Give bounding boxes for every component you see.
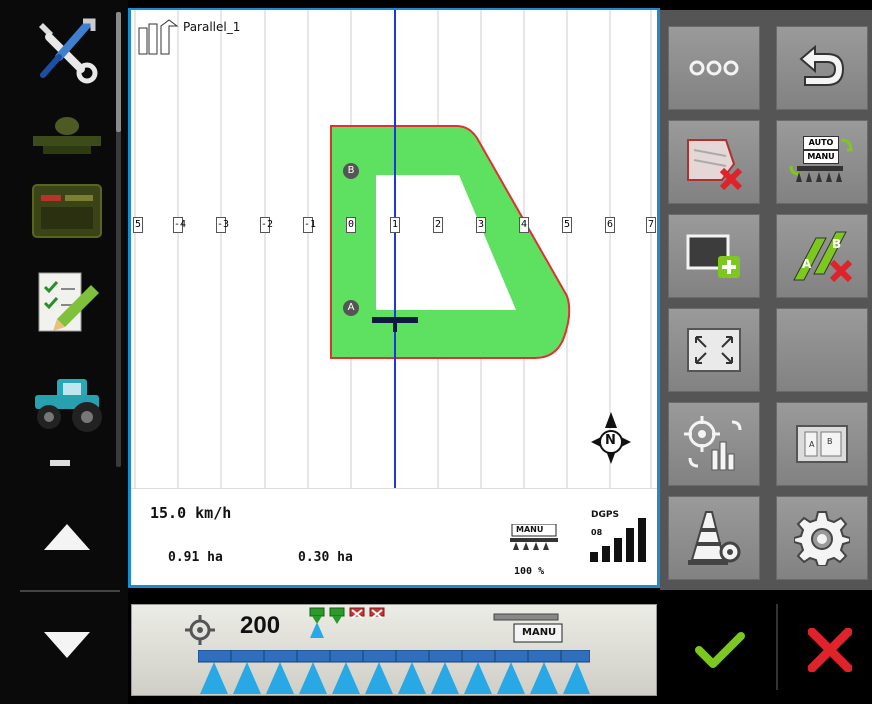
zoom-extent-button[interactable]	[668, 308, 760, 392]
delete-ab-line-button[interactable]: A B	[776, 214, 868, 298]
auto-manual-toggle-button[interactable]: AUTO MANU	[776, 120, 868, 204]
compass-north-label: N	[605, 433, 616, 448]
terminal-icon[interactable]	[22, 176, 112, 246]
guidance-map[interactable]: Parallel_1 5 -4 -3 -2 -1 0 1 2 3 4 5 6 7…	[131, 10, 657, 488]
settings-button[interactable]	[776, 496, 868, 580]
sidebar-scroll-thumb[interactable]	[116, 12, 121, 132]
checkmark-icon	[695, 632, 745, 668]
compass[interactable]: N	[591, 412, 631, 464]
track-label: -1	[303, 217, 316, 233]
nozzle-array	[197, 649, 591, 694]
scroll-down-button[interactable]	[22, 610, 112, 680]
monitor-icon	[32, 184, 102, 238]
function-grid: AUTO MANU A B A B	[660, 10, 872, 590]
track-label: -3	[216, 217, 229, 233]
rate-target-icon	[185, 615, 215, 645]
arrow-down-icon	[44, 632, 90, 658]
auto-manu-icon: AUTO MANU	[787, 134, 857, 190]
track-label: 2	[433, 217, 443, 233]
map-canvas	[134, 10, 652, 488]
boom-mode-label: MANU	[522, 627, 557, 638]
point-b-marker: B	[343, 163, 359, 179]
tractor-graphic-icon	[35, 379, 102, 432]
task-icon[interactable]	[22, 268, 112, 338]
back-arrow-icon	[799, 45, 845, 86]
checklist-pen-icon	[38, 272, 99, 332]
back-button[interactable]	[776, 26, 868, 110]
gear-icon	[794, 511, 850, 566]
action-divider	[776, 604, 778, 690]
boom-mode-indicator: MANU	[488, 612, 564, 646]
sprayer-icon	[33, 117, 101, 154]
area-partial-value: 0.30 ha	[298, 550, 353, 565]
confirm-button[interactable]	[680, 610, 760, 690]
add-boundary-button[interactable]	[668, 214, 760, 298]
close-icon	[808, 628, 852, 672]
signal-strength-icon	[590, 518, 646, 562]
empty-button	[776, 308, 868, 392]
section-switches-icon	[309, 607, 385, 638]
wrench-screwdriver-icon	[39, 18, 98, 84]
tools-icon[interactable]	[20, 14, 110, 84]
gps-target-chart-icon	[684, 416, 742, 471]
track-label: 4	[519, 217, 529, 233]
track-label: -2	[260, 217, 273, 233]
point-a-marker: A	[343, 300, 359, 316]
track-label: 5	[133, 217, 143, 233]
tractor-icon[interactable]	[22, 368, 112, 438]
section-mode-label: MANU	[516, 525, 544, 534]
svg-text:B: B	[832, 237, 841, 251]
svg-text:A: A	[809, 440, 815, 449]
boom-sections	[197, 649, 591, 694]
track-label: -4	[173, 217, 186, 233]
sidebar-divider	[20, 590, 120, 592]
speed-value: 15.0 km/h	[150, 504, 232, 522]
job-name: Parallel_1	[183, 20, 241, 34]
gps-settings-button[interactable]	[668, 402, 760, 486]
rate-percent: 100 %	[514, 566, 545, 577]
arrow-up-icon	[44, 524, 90, 550]
track-label: 3	[476, 217, 486, 233]
delete-field-icon	[687, 139, 743, 190]
more-items-indicator	[50, 460, 70, 466]
section-mode-indicator: MANU	[508, 523, 560, 552]
cancel-button[interactable]	[790, 610, 870, 690]
scroll-up-button[interactable]	[22, 502, 112, 572]
fullscreen-icon	[687, 328, 741, 372]
area-total-value: 0.91 ha	[168, 550, 223, 565]
info-bar	[131, 488, 657, 585]
field-data-button[interactable]: A B	[776, 402, 868, 486]
delete-field-button[interactable]	[668, 120, 760, 204]
more-button[interactable]	[668, 26, 760, 110]
track-label: 0	[346, 217, 356, 233]
track-label: 1	[390, 217, 400, 233]
track-label: 5	[562, 217, 572, 233]
obstacle-settings-button[interactable]	[668, 496, 760, 580]
delete-ab-line-icon: A B	[793, 231, 853, 283]
field-map-icon: A B	[796, 425, 848, 463]
svg-text:A: A	[802, 257, 812, 271]
track-label: 6	[605, 217, 615, 233]
cone-gear-icon	[688, 511, 741, 565]
parallel-guidance-icon	[138, 19, 179, 55]
add-window-icon	[686, 234, 740, 278]
track-label: 7	[646, 217, 656, 233]
ellipsis-icon	[689, 60, 739, 76]
application-rate-value: 200	[240, 612, 281, 639]
implement-icon[interactable]	[22, 100, 112, 170]
svg-text:B: B	[827, 437, 833, 446]
